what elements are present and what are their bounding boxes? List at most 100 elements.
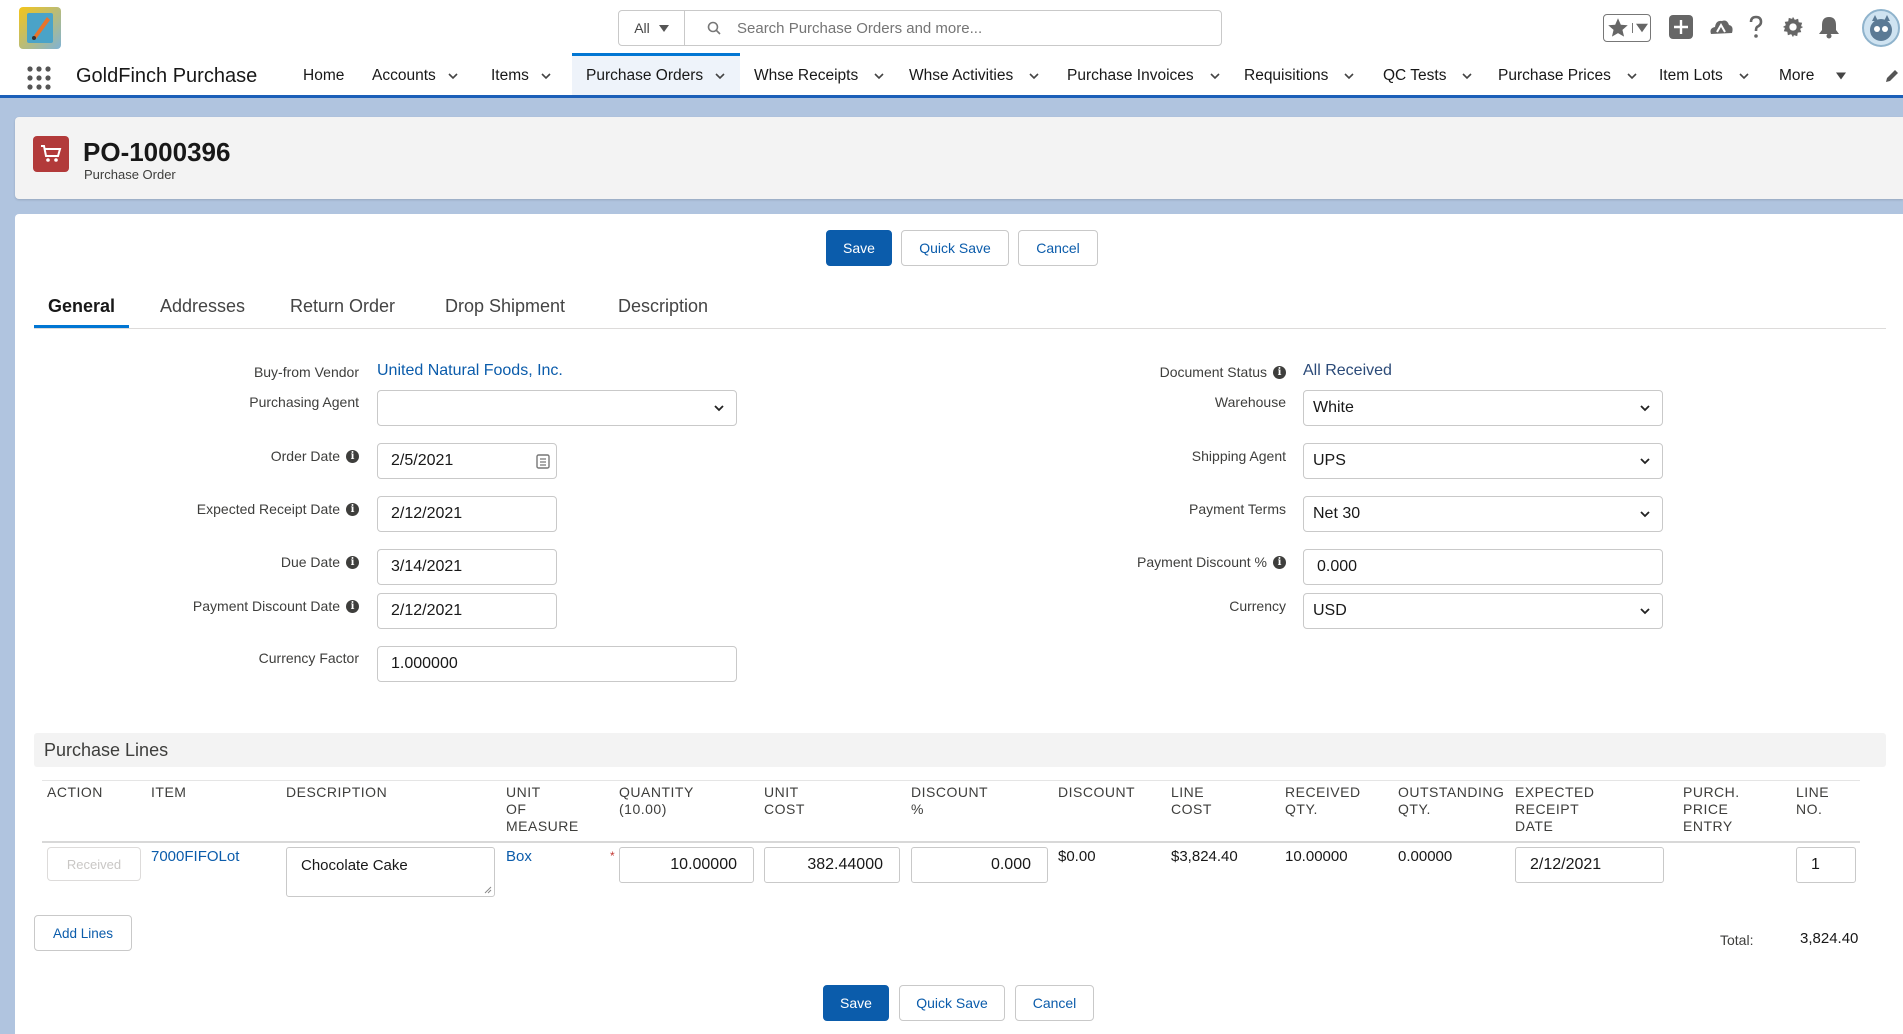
line-no-input[interactable]: 1 <box>1796 847 1856 883</box>
save-button[interactable]: Save <box>826 230 892 266</box>
nav-item-purchase-orders[interactable]: Purchase Orders <box>572 53 740 95</box>
description-textarea[interactable]: Chocolate Cake <box>286 847 495 897</box>
input-value: 0.000 <box>990 856 1031 873</box>
nav-item-more[interactable]: More <box>1779 56 1847 95</box>
favorites-button[interactable] <box>1603 14 1651 42</box>
tab-drop-shipment[interactable]: Drop Shipment <box>445 296 565 326</box>
app-launcher-icon[interactable] <box>27 66 51 90</box>
resize-handle-icon[interactable] <box>484 886 492 894</box>
tab-description[interactable]: Description <box>618 296 708 326</box>
info-icon[interactable]: i <box>346 555 359 569</box>
global-actions-button[interactable] <box>1669 15 1693 39</box>
chevron-down-icon[interactable] <box>715 71 725 81</box>
buy-from-vendor-link[interactable]: United Natural Foods, Inc. <box>377 362 563 380</box>
chevron-down-icon[interactable] <box>1029 71 1039 81</box>
unit-cost-input[interactable]: 382.44000 <box>764 847 900 883</box>
setup-gear-icon[interactable] <box>1782 16 1804 38</box>
currency-select[interactable]: USD <box>1303 593 1663 629</box>
notifications-bell-icon[interactable] <box>1818 15 1840 39</box>
nav-item-qc-tests[interactable]: QC Tests <box>1383 56 1473 95</box>
order-date-input[interactable]: 2/5/2021 <box>377 443 557 479</box>
nav-item-requisitions[interactable]: Requisitions <box>1244 56 1355 95</box>
item-link[interactable]: 7000FIFOLot <box>151 848 239 865</box>
info-icon[interactable]: i <box>346 502 359 516</box>
avatar[interactable] <box>1862 9 1900 47</box>
trailhead-icon[interactable] <box>1708 16 1734 38</box>
info-icon[interactable]: i <box>346 449 359 463</box>
info-icon[interactable]: i <box>346 599 359 613</box>
calendar-icon[interactable] <box>536 453 550 469</box>
tab-general[interactable]: General <box>34 296 129 328</box>
nav-item-purchase-invoices[interactable]: Purchase Invoices <box>1067 56 1220 95</box>
input-value: 2/12/2021 <box>1530 856 1602 873</box>
document-status-value: All Received <box>1303 362 1392 379</box>
cancel-button-bottom[interactable]: Cancel <box>1015 985 1094 1021</box>
nav-item-item-lots[interactable]: Item Lots <box>1659 56 1749 95</box>
nav-item-whse-activities[interactable]: Whse Activities <box>909 56 1039 95</box>
chevron-down-icon[interactable] <box>1210 71 1220 81</box>
app-logo[interactable] <box>19 7 61 49</box>
quick-save-button[interactable]: Quick Save <box>901 230 1009 266</box>
payment-terms-select[interactable]: Net 30 <box>1303 496 1663 532</box>
tab-addresses[interactable]: Addresses <box>160 296 245 326</box>
select-value: USD <box>1313 602 1347 619</box>
received-button[interactable]: Received <box>47 847 141 881</box>
chevron-down-icon[interactable] <box>1344 71 1355 81</box>
payment-discount-pct-input[interactable]: 0.000 <box>1303 549 1663 585</box>
shipping-agent-select[interactable]: UPS <box>1303 443 1663 479</box>
nav-item-home[interactable]: Home <box>303 56 344 95</box>
search-input[interactable] <box>737 19 1197 37</box>
edit-nav-icon[interactable] <box>1884 68 1900 84</box>
discount-pct-input[interactable]: 0.000 <box>911 847 1048 883</box>
nav-item-items[interactable]: Items <box>491 56 551 95</box>
warehouse-select[interactable]: White <box>1303 390 1663 426</box>
col-action: ACTION <box>47 784 103 800</box>
col-unit-cost: UNIT COST <box>764 784 805 818</box>
search-scope-select[interactable]: All <box>619 11 685 45</box>
chevron-down-icon[interactable] <box>1627 71 1637 81</box>
cancel-button[interactable]: Cancel <box>1018 230 1098 266</box>
expected-receipt-date-input[interactable]: 2/12/2021 <box>377 496 557 532</box>
col-expected-receipt-date: EXPECTED RECEIPT DATE <box>1515 784 1594 835</box>
payment-discount-date-input[interactable]: 2/12/2021 <box>377 593 557 629</box>
caret-down-icon[interactable] <box>1836 72 1847 80</box>
col-uom: UNIT OF MEASURE <box>506 784 579 835</box>
col-line-no: LINE NO. <box>1796 784 1829 818</box>
nav-item-purchase-prices[interactable]: Purchase Prices <box>1498 56 1637 95</box>
currency-factor-input[interactable]: 1.000000 <box>377 646 737 682</box>
info-icon[interactable]: i <box>1273 365 1286 379</box>
tab-return-order[interactable]: Return Order <box>290 296 395 326</box>
input-value: 2/12/2021 <box>391 602 463 619</box>
nav-item-label: Purchase Prices <box>1498 66 1611 84</box>
nav-item-accounts[interactable]: Accounts <box>372 56 458 95</box>
label-text: Currency Factor <box>258 650 359 666</box>
chevron-down-icon[interactable] <box>448 71 458 81</box>
chevron-down-icon[interactable] <box>1462 71 1473 81</box>
col-label: COST <box>764 801 805 817</box>
info-icon[interactable]: i <box>1273 555 1286 569</box>
chevron-down-icon <box>1640 458 1650 465</box>
uom-link[interactable]: Box <box>506 848 532 865</box>
nav-item-whse-receipts[interactable]: Whse Receipts <box>754 56 884 95</box>
nav-item-label: Item Lots <box>1659 66 1723 84</box>
quantity-input[interactable]: 10.00000 <box>619 847 754 883</box>
quick-save-button-bottom[interactable]: Quick Save <box>899 985 1005 1021</box>
select-value: Net 30 <box>1313 505 1361 522</box>
section-title: Purchase Lines <box>44 740 169 760</box>
chevron-down-icon <box>1640 405 1650 412</box>
line-cost-value: $3,824.40 <box>1171 848 1238 865</box>
payment-discount-date-label: Payment Discount Date i <box>100 596 359 616</box>
col-label: DATE <box>1515 818 1554 834</box>
label-text: Due Date <box>280 554 340 570</box>
payment-terms-label: Payment Terms <box>1000 499 1286 519</box>
purchasing-agent-select[interactable] <box>377 390 737 426</box>
chevron-down-icon[interactable] <box>874 71 884 81</box>
add-lines-button[interactable]: Add Lines <box>34 915 132 951</box>
chevron-down-icon[interactable] <box>541 71 551 81</box>
expected-receipt-date-input[interactable]: 2/12/2021 <box>1515 847 1664 883</box>
help-icon[interactable] <box>1746 14 1766 40</box>
chevron-down-icon[interactable] <box>1739 71 1749 81</box>
nav-item-label: Purchase Invoices <box>1067 66 1194 84</box>
save-button-bottom[interactable]: Save <box>823 985 889 1021</box>
due-date-input[interactable]: 3/14/2021 <box>377 549 557 585</box>
